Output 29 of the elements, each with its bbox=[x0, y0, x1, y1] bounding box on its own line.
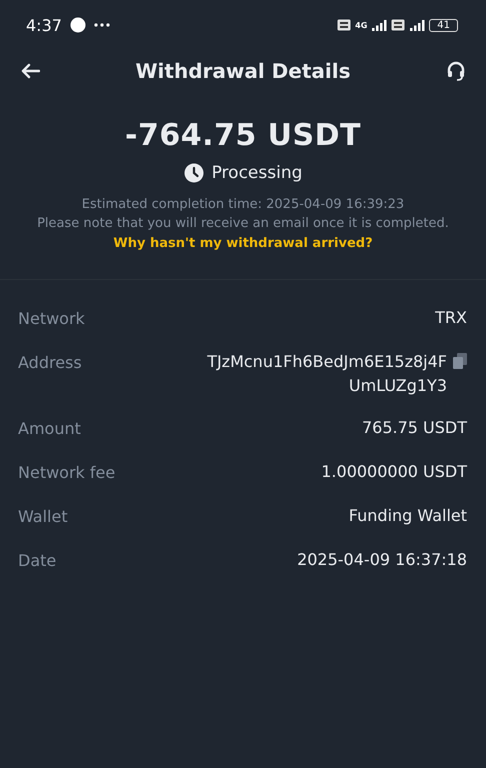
detail-label: Date bbox=[18, 550, 56, 572]
detail-label: Address bbox=[18, 352, 82, 374]
network-type: 4G bbox=[355, 20, 368, 30]
more-icon bbox=[94, 22, 110, 28]
clock-icon bbox=[184, 163, 204, 183]
page-title: Withdrawal Details bbox=[135, 59, 351, 83]
detail-value: TRX bbox=[435, 307, 467, 329]
battery-level: 41 bbox=[429, 18, 458, 32]
signal-icon bbox=[409, 19, 426, 31]
withdrawal-amount: -764.75 USDT bbox=[125, 118, 361, 153]
detail-value: Funding Wallet bbox=[348, 505, 467, 527]
volte-icon bbox=[391, 19, 406, 31]
detail-value: TJzMcnu1Fh6BedJm6E15z8j4F UmLUZg1Y3 bbox=[207, 351, 447, 397]
help-link[interactable]: Why hasn't my withdrawal arrived? bbox=[113, 233, 373, 255]
copy-button[interactable] bbox=[453, 353, 467, 369]
detail-value: 765.75 USDT bbox=[362, 417, 467, 439]
signal-icon bbox=[371, 19, 388, 31]
dot-icon bbox=[70, 17, 86, 33]
clock-time: 4:37 bbox=[26, 16, 62, 34]
estimated-time: Estimated completion time: 2025-04-09 16:39:23 bbox=[82, 196, 404, 214]
detail-label: Network bbox=[18, 308, 85, 330]
detail-label: Network fee bbox=[18, 462, 116, 484]
detail-value: 2025-04-09 16:37:18 bbox=[297, 549, 467, 571]
detail-label: Wallet bbox=[18, 506, 68, 528]
volte-icon bbox=[337, 19, 352, 31]
email-note: Please note that you will receive an email once it is completed. bbox=[37, 215, 449, 233]
detail-label: Amount bbox=[18, 418, 81, 440]
detail-value: 1.00000000 USDT bbox=[321, 461, 467, 483]
status-text: Processing bbox=[212, 163, 302, 183]
